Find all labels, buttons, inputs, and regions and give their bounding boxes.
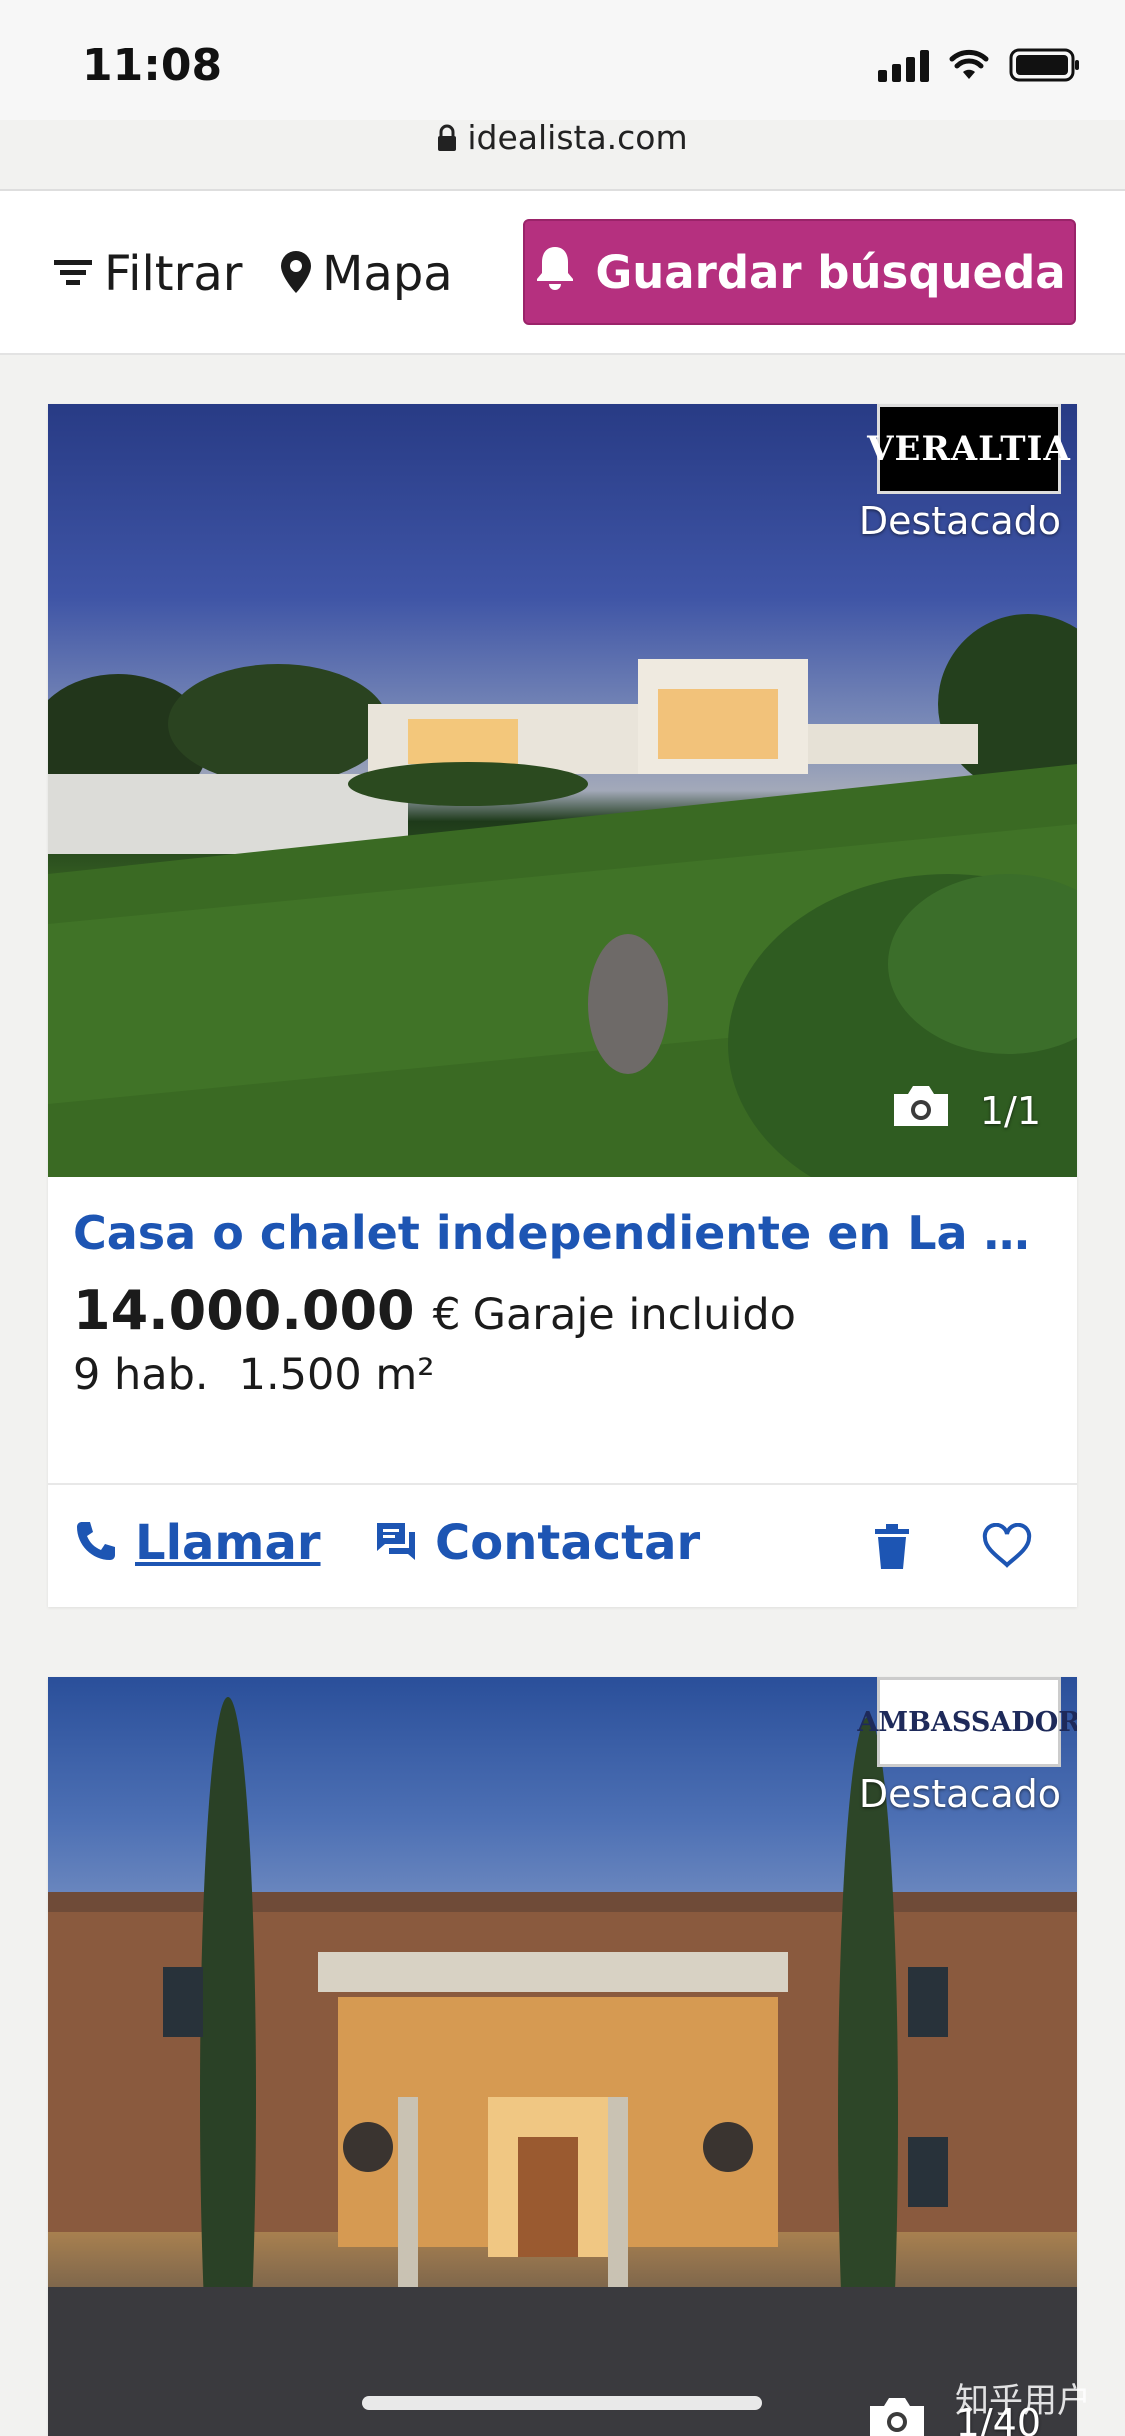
features-row: 9 hab. 1.500 m² — [73, 1350, 1052, 1400]
listing-details: Casa o chalet independiente en La Mor...… — [48, 1177, 1077, 1485]
url-text: idealista.com — [467, 118, 688, 157]
agency-logo[interactable]: AMBASSADOR — [857, 1677, 1077, 1767]
map-label: Mapa — [322, 246, 453, 302]
call-label: Llamar — [135, 1515, 321, 1571]
call-button[interactable]: Llamar — [73, 1515, 321, 1571]
bell-icon — [533, 243, 577, 302]
map-pin-icon — [278, 249, 314, 299]
save-search-label: Guardar búsqueda — [595, 245, 1066, 299]
camera-icon — [890, 1082, 952, 1139]
listing-price: 14.000.000 — [73, 1279, 415, 1342]
listing-photo[interactable]: AMBASSADOR Destacado 1/40 — [48, 1677, 1077, 2436]
chat-icon — [373, 1518, 419, 1568]
trash-icon — [872, 1524, 912, 1575]
status-icons — [878, 48, 1081, 82]
search-toolbar: Filtrar Mapa Guardar búsqueda — [0, 191, 1125, 355]
listing-title[interactable]: Casa o chalet independiente en La Mor... — [73, 1201, 1052, 1265]
agency-logo[interactable]: VERALTIA — [867, 404, 1070, 494]
map-button[interactable]: Mapa — [278, 239, 453, 309]
discard-button[interactable] — [872, 1523, 912, 1575]
filter-label: Filtrar — [104, 246, 243, 302]
filter-button[interactable]: Filtrar — [52, 239, 243, 309]
battery-icon — [1009, 48, 1081, 82]
photo-counter: 1/1 — [890, 1082, 1041, 1139]
status-time: 11:08 — [82, 40, 223, 91]
save-search-button[interactable]: Guardar búsqueda — [523, 219, 1076, 325]
url-bar[interactable]: idealista.com — [0, 118, 1125, 160]
photo-counter-text: 1/1 — [979, 1088, 1041, 1133]
home-indicator[interactable] — [362, 2396, 762, 2410]
contact-button[interactable]: Contactar — [373, 1515, 700, 1571]
parking-info: Garaje incluido — [472, 1290, 796, 1340]
featured-label: Destacado — [858, 499, 1061, 543]
filter-lines-icon — [52, 254, 96, 294]
lock-icon — [437, 121, 457, 160]
favorite-button[interactable] — [981, 1522, 1033, 1573]
price-row: 14.000.000 € Garaje incluido — [73, 1279, 1052, 1342]
contact-label: Contactar — [435, 1515, 701, 1571]
camera-icon — [866, 2394, 928, 2436]
wifi-icon — [949, 49, 989, 81]
listing-card[interactable]: VERALTIA Destacado 1/1 Casa o chalet ind… — [48, 404, 1077, 1607]
phone-icon — [73, 1518, 119, 1568]
status-bar: 11:08 idealista.com — [0, 0, 1125, 157]
watermark-text: 知乎用户 — [955, 2381, 1091, 2421]
floor-area: 1.500 m² — [238, 1350, 435, 1400]
listing-photo[interactable]: VERALTIA Destacado 1/1 — [48, 404, 1077, 1177]
signal-bars-icon — [878, 48, 929, 82]
listing-actions: Llamar Contactar — [48, 1485, 1077, 1607]
price-currency: € — [432, 1289, 461, 1340]
featured-label: Destacado — [858, 1772, 1061, 1816]
heart-icon — [981, 1522, 1033, 1573]
rooms-count: 9 hab. — [73, 1350, 209, 1400]
listing-card[interactable]: AMBASSADOR Destacado 1/40 — [48, 1677, 1077, 2436]
